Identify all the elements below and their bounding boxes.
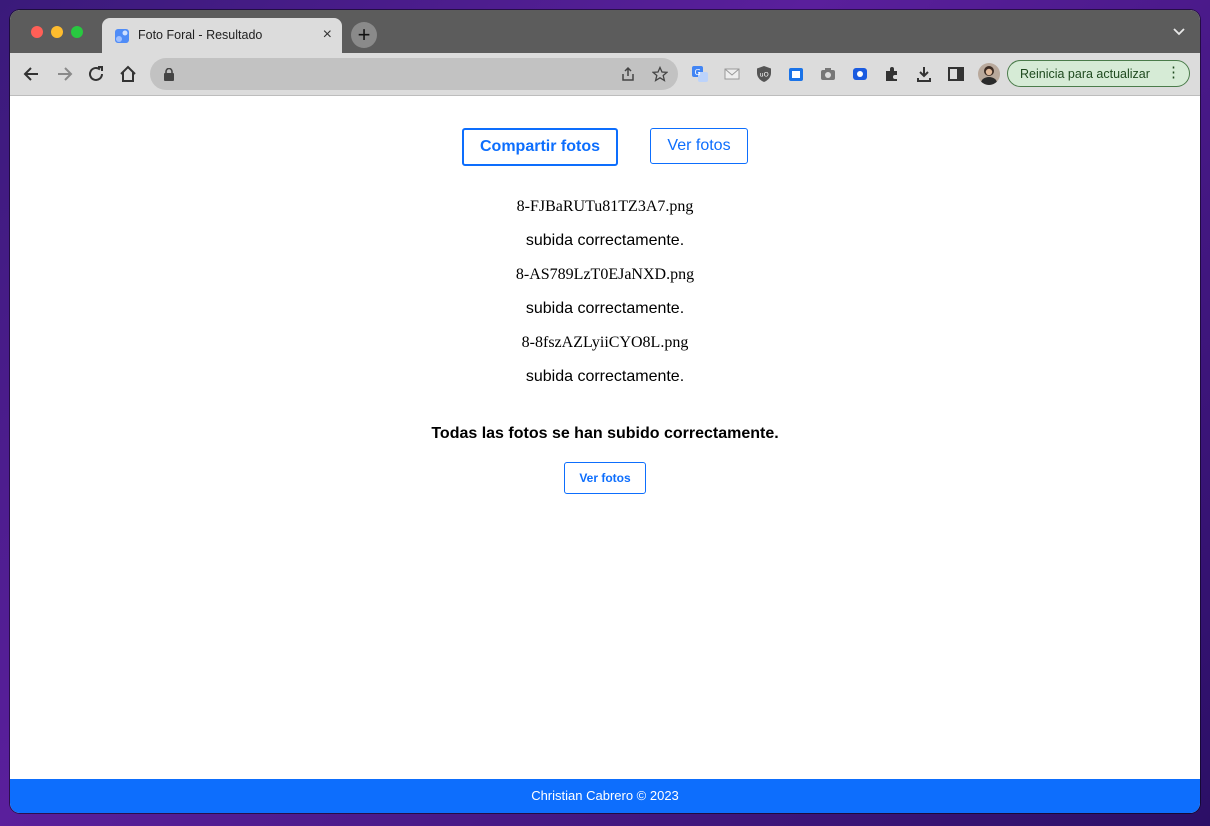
home-icon[interactable] [117, 63, 139, 85]
shield-icon[interactable]: uO [755, 65, 773, 83]
upload-summary: Todas las fotos se han subido correctame… [431, 425, 779, 442]
download-icon[interactable] [915, 65, 933, 83]
forward-icon[interactable] [53, 63, 75, 85]
profile-avatar[interactable] [978, 63, 1000, 85]
tab-search-icon[interactable] [1172, 24, 1186, 38]
sidepanel-icon[interactable] [947, 65, 965, 83]
uploaded-filename: 8-FJBaRUTu81TZ3A7.png [516, 198, 694, 215]
browser-window: Foto Foral - Resultado × + G uO Reinicia… [10, 10, 1200, 813]
back-icon[interactable] [21, 63, 43, 85]
avatar-image [981, 66, 997, 85]
menu-dots-icon[interactable]: ⋮ [1166, 64, 1181, 82]
page-content: Compartir fotos Ver fotos 8-FJBaRUTu81TZ… [10, 96, 1200, 779]
top-nav: Compartir fotos Ver fotos [10, 128, 1200, 166]
tab-title: Foto Foral - Resultado [138, 28, 263, 42]
upload-status: subida correctamente. [525, 300, 685, 317]
svg-text:uO: uO [760, 71, 769, 79]
tab-close-icon[interactable]: × [323, 26, 332, 44]
address-bar[interactable] [150, 58, 678, 90]
new-tab-button[interactable]: + [351, 22, 377, 48]
maximize-window-button[interactable] [71, 26, 83, 38]
share-icon[interactable] [620, 66, 636, 82]
update-label: Reinicia para actualizar [1020, 67, 1150, 81]
upload-results: 8-FJBaRUTu81TZ3A7.png subida correctamen… [10, 196, 1200, 400]
view-photos-button[interactable]: Ver fotos [650, 128, 748, 164]
share-photos-button[interactable]: Compartir fotos [462, 128, 618, 166]
upload-status: subida correctamente. [525, 232, 685, 249]
upload-status: subida correctamente. [525, 368, 685, 385]
view-photos-small-button[interactable]: Ver fotos [564, 462, 646, 494]
record-icon[interactable] [851, 65, 869, 83]
lock-icon[interactable] [163, 68, 175, 81]
star-icon[interactable] [652, 66, 668, 82]
svg-text:G: G [695, 68, 701, 77]
favicon-icon [115, 29, 129, 43]
uploaded-filename: 8-8fszAZLyiiCYO8L.png [521, 334, 689, 351]
camera-icon[interactable] [819, 65, 837, 83]
mail-icon[interactable] [723, 65, 741, 83]
reload-icon[interactable] [85, 63, 107, 85]
tab-active[interactable]: Foto Foral - Resultado × [102, 18, 342, 53]
uploaded-filename: 8-AS789LzT0EJaNXD.png [515, 266, 695, 283]
update-button[interactable]: Reinicia para actualizar ⋮ [1007, 60, 1190, 87]
calendar-icon[interactable] [787, 65, 805, 83]
close-window-button[interactable] [31, 26, 43, 38]
puzzle-icon[interactable] [883, 65, 901, 83]
footer: Christian Cabrero © 2023 [10, 779, 1200, 813]
browser-toolbar: G uO Reinicia para actualizar ⋮ [10, 53, 1200, 96]
translate-icon[interactable]: G [691, 65, 709, 83]
minimize-window-button[interactable] [51, 26, 63, 38]
tab-strip: Foto Foral - Resultado × + [10, 10, 1200, 53]
